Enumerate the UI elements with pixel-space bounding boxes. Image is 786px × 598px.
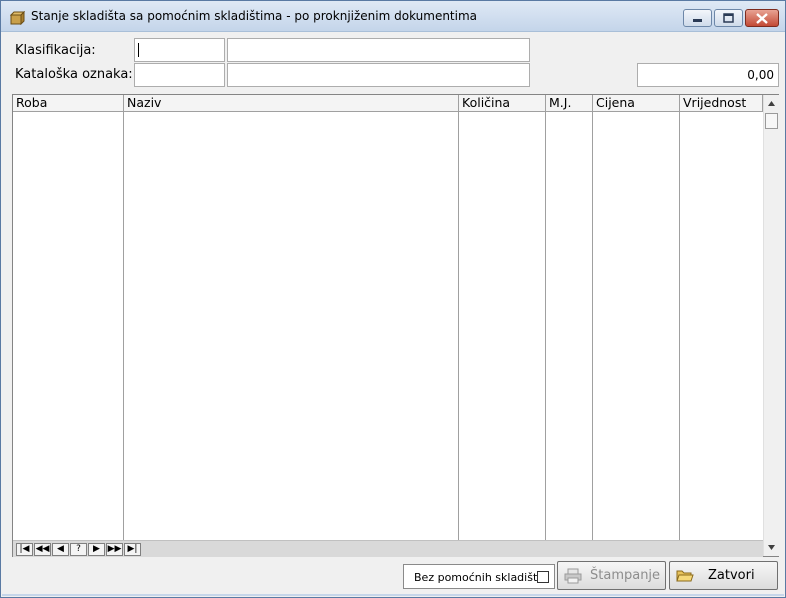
column-header-mj[interactable]: M.J. (546, 95, 593, 112)
bez-pomocnih-checkbox-group[interactable]: Bez pomoćnih skladišta (403, 564, 555, 589)
column-header-cijena[interactable]: Cijena (593, 95, 680, 112)
box-icon (9, 10, 26, 26)
column-header-vrijednost[interactable]: Vrijednost (680, 95, 763, 112)
scrollbar-thumb[interactable] (765, 113, 778, 129)
printer-icon (564, 568, 582, 588)
title-bar[interactable]: Stanje skladišta sa pomoćnim skladištima… (1, 1, 785, 32)
window-title: Stanje skladišta sa pomoćnim skladištima… (31, 9, 478, 23)
maximize-button[interactable] (714, 9, 743, 27)
window-bottom-border (2, 594, 784, 596)
kataloska-code-input[interactable] (134, 63, 225, 87)
klasifikacija-name-input[interactable] (227, 38, 530, 62)
minimize-button[interactable] (683, 9, 712, 27)
total-value-field (637, 63, 779, 87)
app-window: Stanje skladišta sa pomoćnim skladištima… (0, 0, 786, 598)
vertical-scrollbar[interactable] (763, 95, 779, 556)
text-caret (138, 43, 139, 57)
scroll-up-icon[interactable] (764, 96, 779, 111)
nav-next-button[interactable]: ▶ (88, 543, 105, 556)
close-form-button[interactable]: Zatvori (669, 561, 778, 590)
kataloska-name-input[interactable] (227, 63, 530, 87)
column-divider (123, 112, 124, 540)
column-divider (592, 112, 593, 540)
scroll-down-icon[interactable] (764, 540, 779, 555)
klasifikacija-code-input[interactable] (134, 38, 225, 62)
bez-pomocnih-checkbox[interactable] (537, 571, 549, 583)
klasifikacija-label: Klasifikacija: (15, 43, 96, 58)
column-divider (458, 112, 459, 540)
stock-grid[interactable]: Roba Naziv Količina M.J. Cijena Vrijedno… (12, 94, 779, 557)
nav-search-button[interactable]: ? (70, 543, 87, 556)
column-divider (679, 112, 680, 540)
nav-prev-page-button[interactable]: ◀◀ (34, 543, 51, 556)
open-folder-icon (676, 568, 694, 587)
nav-last-button[interactable]: ▶| (124, 543, 141, 556)
nav-first-button[interactable]: |◀ (16, 543, 33, 556)
checkbox-label: Bez pomoćnih skladišta (414, 571, 545, 584)
minimize-icon (693, 19, 702, 22)
record-navigator: |◀ ◀◀ ◀ ? ▶ ▶▶ ▶| (13, 540, 763, 557)
column-header-kolicina[interactable]: Količina (459, 95, 546, 112)
print-button-label: Štampanje (590, 568, 661, 583)
close-form-label: Zatvori (708, 568, 755, 583)
print-button[interactable]: Štampanje (557, 561, 666, 590)
close-button[interactable] (745, 9, 779, 27)
kataloska-oznaka-label: Kataloška oznaka: (15, 67, 133, 82)
column-header-roba[interactable]: Roba (13, 95, 124, 112)
nav-prev-button[interactable]: ◀ (52, 543, 69, 556)
nav-next-page-button[interactable]: ▶▶ (106, 543, 123, 556)
column-divider (545, 112, 546, 540)
column-header-naziv[interactable]: Naziv (124, 95, 459, 112)
maximize-icon (723, 13, 734, 23)
close-icon (756, 13, 768, 24)
form-body: Klasifikacija: Kataloška oznaka: Roba Na… (2, 32, 784, 596)
